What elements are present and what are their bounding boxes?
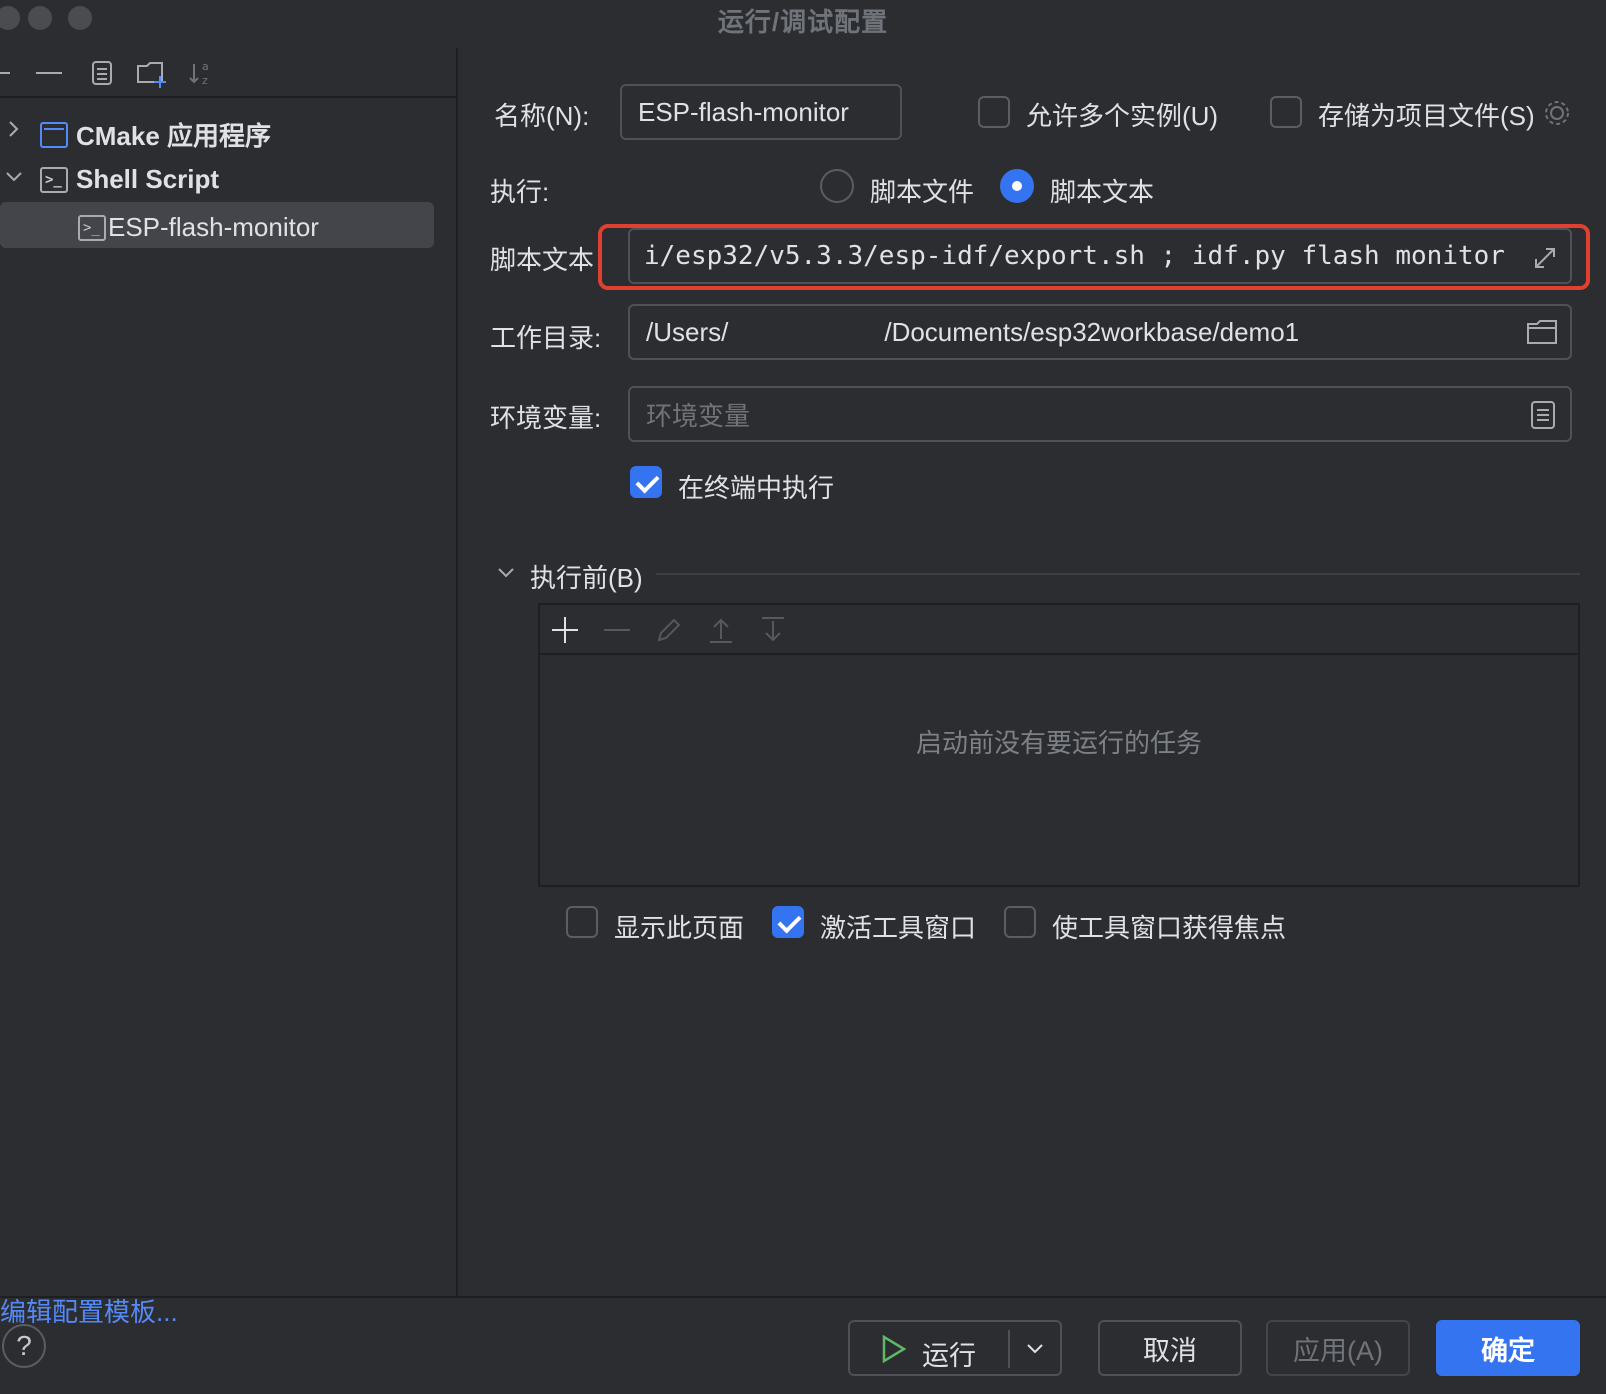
move-up-icon[interactable] [706,615,736,645]
run-label: 运行 [922,1341,976,1371]
copy-icon[interactable] [88,58,118,88]
script-text-field[interactable]: i/esp32/v5.3.3/esp-idf/export.sh ; idf.p… [628,228,1572,284]
run-split-divider [1008,1330,1010,1368]
folder-icon[interactable] [1526,318,1558,346]
sidebar-toolbar: az [0,48,458,98]
section-divider [656,573,1580,575]
show-page-checkbox[interactable] [566,906,598,938]
name-value: ESP-flash-monitor [638,96,849,127]
ok-button[interactable]: 确定 [1436,1320,1580,1376]
workdir-field[interactable]: /Users/ /Documents/esp32workbase/demo1 [628,304,1572,360]
before-launch-title: 执行前(B) [530,563,643,593]
expand-icon[interactable] [1530,243,1560,273]
before-launch-tasks: 启动前没有要运行的任务 [538,603,1580,887]
shell-script-icon: >_ [78,214,106,241]
edit-icon[interactable] [654,615,684,645]
focus-tool-window-checkbox[interactable] [1004,906,1036,938]
cmake-app-icon [40,121,68,148]
chevron-down-icon[interactable] [4,167,24,187]
add-icon[interactable] [550,615,580,645]
remove-icon[interactable] [602,615,632,645]
tasks-toolbar [540,605,1578,655]
script-file-option-label[interactable]: 脚本文件 [870,172,974,209]
empty-tasks-text: 启动前没有要运行的任务 [915,728,1202,758]
title-bar: 运行/调试配置 [0,0,1606,40]
env-placeholder: 环境变量 [646,400,751,431]
name-label: 名称(N): [494,101,590,131]
run-in-terminal-label[interactable]: 在终端中执行 [678,468,834,505]
svg-text:a: a [202,60,209,73]
svg-text:z: z [202,74,208,87]
chevron-down-icon[interactable] [1024,1338,1046,1360]
move-down-icon[interactable] [758,615,788,645]
name-field[interactable]: ESP-flash-monitor [620,84,902,140]
config-sidebar: az CMake 应用程序 >_ Shell Script >_ ESP-fla… [0,48,458,1327]
workdir-value: /Users/ /Documents/esp32workbase/demo1 [646,316,1300,347]
add-icon[interactable] [0,58,16,88]
script-text-value: i/esp32/v5.3.3/esp-idf/export.sh ; idf.p… [644,241,1505,271]
activate-tool-window-label[interactable]: 激活工具窗口 [820,908,976,945]
tree-item-label: CMake 应用程序 [76,121,272,151]
cancel-button[interactable]: 取消 [1098,1320,1242,1376]
sort-alphabetical-icon[interactable]: az [188,58,218,88]
env-field[interactable]: 环境变量 [628,386,1572,442]
window-title: 运行/调试配置 [717,7,889,37]
chevron-right-icon[interactable] [4,119,24,139]
list-icon[interactable] [1530,400,1556,430]
play-icon [882,1334,907,1364]
script-file-radio[interactable] [820,169,854,203]
allow-parallel-checkbox[interactable] [978,96,1010,128]
workdir-label: 工作目录: [490,323,602,353]
new-folder-icon[interactable] [136,58,166,88]
run-in-terminal-checkbox[interactable] [630,466,662,498]
remove-icon[interactable] [34,58,64,88]
script-text-radio[interactable] [1000,169,1034,203]
apply-button[interactable]: 应用(A) [1266,1320,1410,1376]
tree-item-cmake[interactable]: CMake 应用程序 [0,106,434,152]
env-label: 环境变量: [490,403,602,433]
focus-tool-window-label[interactable]: 使工具窗口获得焦点 [1052,908,1286,945]
execute-label: 执行: [490,177,550,207]
allow-parallel-label[interactable]: 允许多个实例(U) [1026,96,1218,133]
show-page-label[interactable]: 显示此页面 [614,908,744,945]
tree-item-shell-script[interactable]: >_ Shell Script [0,154,434,200]
script-text-option-label[interactable]: 脚本文本 [1050,172,1154,209]
store-as-file-label[interactable]: 存储为项目文件(S) [1318,96,1535,133]
store-as-file-checkbox[interactable] [1270,96,1302,128]
run-button[interactable]: 运行 [848,1320,1062,1376]
help-button[interactable]: ? [2,1324,46,1368]
shell-script-icon: >_ [40,166,68,193]
chevron-down-icon[interactable] [496,563,516,583]
gear-icon[interactable] [1542,98,1572,128]
tree-item-label: ESP-flash-monitor [108,212,319,242]
tree-item-esp-flash-monitor[interactable]: >_ ESP-flash-monitor [0,202,434,248]
tree-item-label: Shell Script [76,164,220,194]
activate-tool-window-checkbox[interactable] [772,906,804,938]
script-text-label: 脚本文本 [490,245,595,275]
